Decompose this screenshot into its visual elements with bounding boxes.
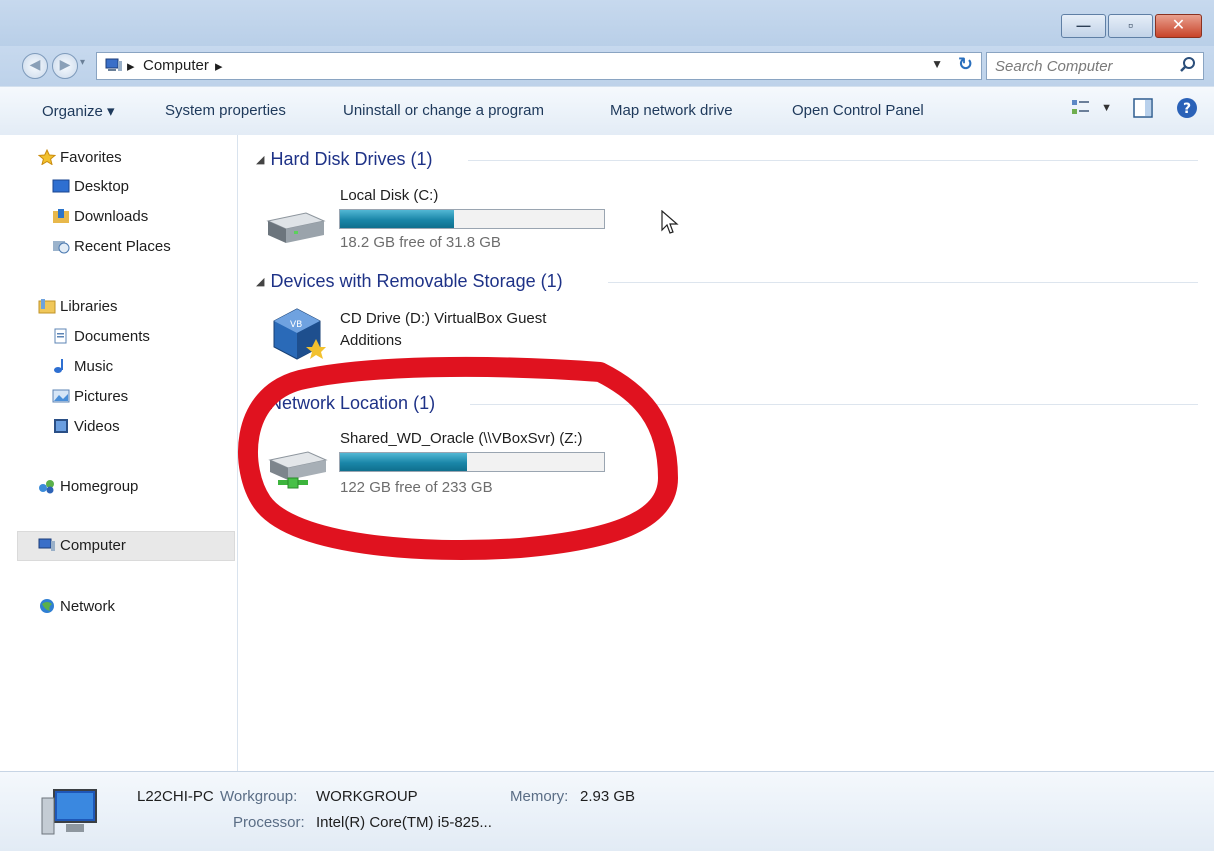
nav-desktop[interactable]: Desktop <box>52 178 129 204</box>
forward-arrow-icon: ▶ <box>59 56 71 72</box>
nav-homegroup[interactable]: Homegroup <box>38 478 138 504</box>
back-arrow-icon: ◀ <box>29 56 41 72</box>
group-header-network-location[interactable]: Network Location (1) <box>269 393 435 414</box>
address-dropdown-icon[interactable]: ▼ <box>931 57 943 71</box>
collapse-triangle-icon[interactable]: ◢ <box>256 276 264 288</box>
svg-text:?: ? <box>1183 101 1191 117</box>
breadcrumb-computer[interactable]: Computer <box>143 57 209 74</box>
computer-icon <box>105 58 122 71</box>
group-divider <box>468 160 1198 161</box>
computer-name: L22CHI-PC <box>137 788 214 805</box>
nav-pictures[interactable]: Pictures <box>52 388 128 414</box>
help-icon[interactable]: ? <box>1176 97 1198 119</box>
drive-free-space: 18.2 GB free of 31.8 GB <box>340 234 501 251</box>
search-placeholder: Search Computer <box>995 58 1113 75</box>
videos-icon <box>54 419 68 433</box>
documents-icon <box>54 328 67 344</box>
nav-network[interactable]: Network <box>38 598 115 624</box>
collapse-triangle-icon[interactable]: ◢ <box>256 154 264 166</box>
nav-videos[interactable]: Videos <box>52 418 120 444</box>
nav-favorites[interactable]: Favorites <box>38 149 122 175</box>
drive-name: Local Disk (C:) <box>340 187 439 204</box>
command-bar: Organize ▾ System properties Uninstall o… <box>0 86 1214 136</box>
system-properties-button[interactable]: System properties <box>165 102 286 119</box>
memory-value: 2.93 GB <box>580 788 636 805</box>
nav-libraries[interactable]: Libraries <box>38 298 118 324</box>
libraries-icon <box>38 299 56 314</box>
group-header-hard-disk-drives[interactable]: ◢ Hard Disk Drives (1) <box>256 149 433 170</box>
breadcrumb-separator-icon[interactable]: ▸ <box>127 57 135 75</box>
pictures-icon <box>52 389 70 403</box>
close-button[interactable]: ✕ <box>1155 14 1202 38</box>
open-control-panel-button[interactable]: Open Control Panel <box>792 102 924 119</box>
search-box[interactable]: Search Computer <box>986 52 1204 80</box>
network-icon <box>40 599 54 613</box>
drive-free-space: 122 GB free of 233 GB <box>340 479 493 496</box>
nav-music[interactable]: Music <box>52 358 113 384</box>
computer-icon <box>38 538 55 551</box>
processor-value: Intel(R) Core(TM) i5-825... <box>316 814 492 831</box>
star-icon <box>38 149 56 165</box>
address-bar[interactable]: ▸ Computer ▸ ▼ ↻ <box>96 52 982 80</box>
preview-pane-icon[interactable] <box>1132 97 1154 119</box>
nav-recent-places[interactable]: Recent Places <box>52 238 171 264</box>
content-area: ◢ Hard Disk Drives (1) Local Disk (C:) 18… <box>238 135 1214 771</box>
processor-label: Processor: <box>233 814 305 831</box>
recent-places-icon <box>53 241 70 254</box>
music-icon <box>54 359 63 373</box>
capacity-bar-fill <box>340 210 454 228</box>
capacity-bar-fill <box>340 453 467 471</box>
nav-downloads[interactable]: Downloads <box>52 208 148 234</box>
drive-name-line2: Additions <box>340 332 402 349</box>
address-row: ◀ ▶ ▾ ▸ Computer ▸ ▼ ↻ Search Computer <box>0 46 1214 86</box>
organize-button[interactable]: Organize ▾ <box>42 102 115 120</box>
capacity-bar <box>339 452 605 472</box>
uninstall-program-button[interactable]: Uninstall or change a program <box>343 102 544 119</box>
workgroup-label: Workgroup: <box>220 788 298 805</box>
maximize-button[interactable]: ▫ <box>1108 14 1153 38</box>
homegroup-icon <box>39 480 54 494</box>
desktop-icon <box>52 179 70 193</box>
change-view-icon[interactable] <box>1071 98 1093 118</box>
minimize-button[interactable]: — <box>1061 14 1106 38</box>
computer-icon <box>41 789 97 835</box>
virtualbox-cd-icon: VB <box>273 308 326 360</box>
svg-text:VB: VB <box>290 320 302 330</box>
network-drive-icon <box>268 451 328 489</box>
nav-documents[interactable]: Documents <box>52 328 150 354</box>
drive-name-line1: CD Drive (D:) VirtualBox Guest <box>340 310 547 327</box>
explorer-window: — ▫ ✕ ◀ ▶ ▾ ▸ Computer ▸ ▼ ↻ Search Comp… <box>0 0 1214 851</box>
drive-name: Shared_WD_Oracle (\\VBoxSvr) (Z:) <box>340 430 583 447</box>
navigation-pane: Favorites Desktop Downloads Recent Place… <box>0 135 238 771</box>
back-button[interactable]: ◀ <box>22 53 48 79</box>
recent-pages-icon[interactable]: ▾ <box>80 57 85 68</box>
refresh-icon[interactable]: ↻ <box>958 54 973 75</box>
memory-label: Memory: <box>510 788 569 805</box>
minimize-icon: — <box>1076 17 1091 33</box>
workgroup-value: WORKGROUP <box>316 788 418 805</box>
mouse-cursor-icon <box>661 210 679 234</box>
close-icon: ✕ <box>1171 17 1186 34</box>
forward-button[interactable]: ▶ <box>52 53 78 79</box>
downloads-folder-icon <box>53 209 69 223</box>
nav-computer[interactable]: Computer <box>17 531 235 561</box>
group-divider <box>608 282 1198 283</box>
group-divider <box>470 404 1198 405</box>
breadcrumb-chevron-icon[interactable]: ▸ <box>215 57 223 75</box>
map-network-drive-button[interactable]: Map network drive <box>610 102 733 119</box>
title-bar: — ▫ ✕ <box>0 0 1214 46</box>
view-options-dropdown-icon[interactable]: ▼ <box>1101 102 1112 114</box>
details-pane: L22CHI-PC Workgroup: WORKGROUP Memory: 2… <box>0 771 1214 851</box>
maximize-icon: ▫ <box>1128 17 1133 33</box>
hard-drive-icon <box>266 212 326 243</box>
group-header-removable-storage[interactable]: ◢ Devices with Removable Storage (1) <box>256 271 563 292</box>
search-icon[interactable] <box>1179 56 1197 74</box>
capacity-bar <box>339 209 605 229</box>
